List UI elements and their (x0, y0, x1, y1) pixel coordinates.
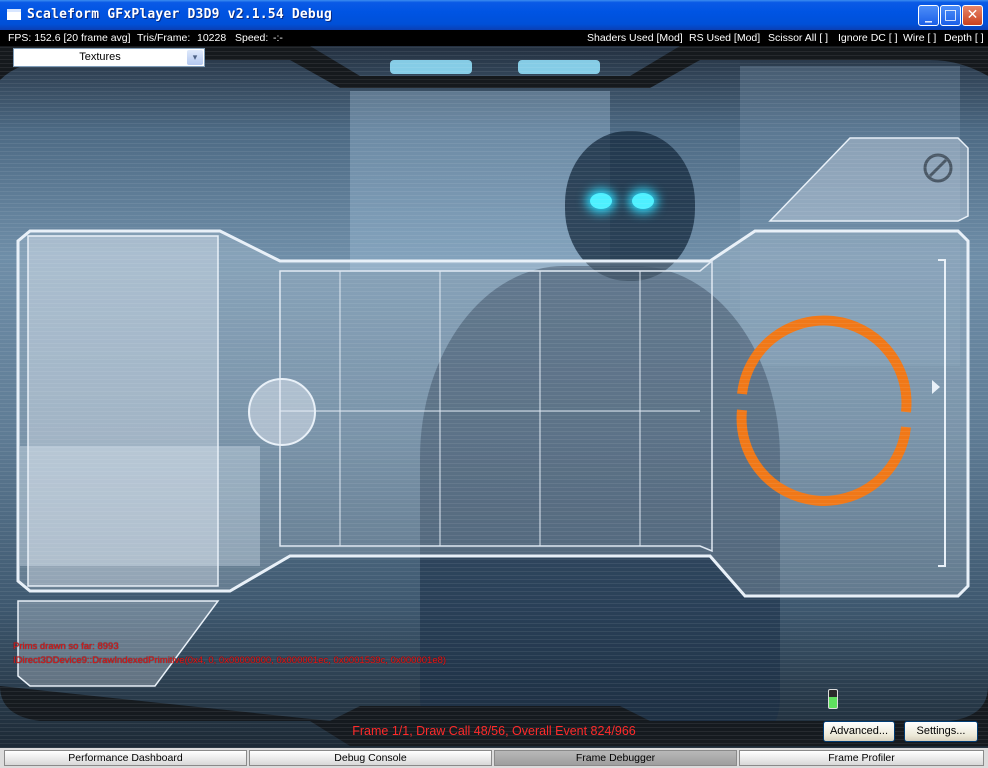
wire-toggle[interactable]: Wire [ ] (903, 30, 936, 46)
battery-icon (828, 689, 838, 709)
close-button[interactable]: ✕ (962, 5, 983, 26)
tab-frame-debugger[interactable]: Frame Debugger (494, 750, 737, 766)
minimize-button[interactable]: _ (918, 5, 939, 26)
app-window-icon[interactable] (7, 9, 21, 20)
stats-bar: FPS: 152.6 [20 frame avg] Tris/Frame: 10… (0, 30, 988, 46)
tris-label: Tris/Frame: (137, 32, 191, 44)
settings-button[interactable]: Settings... (904, 721, 978, 742)
shaders-used-toggle[interactable]: Shaders Used [Mod] (587, 30, 683, 46)
title-bar[interactable]: Scaleform GFxPlayer D3D9 v2.1.54 Debug _… (0, 0, 988, 30)
maximize-button[interactable]: □ (940, 5, 961, 26)
depth-toggle[interactable]: Depth [ ] (944, 30, 984, 46)
speed-label: Speed: (235, 32, 269, 44)
fps-readout: FPS: 152.6 [20 frame avg] (8, 32, 131, 44)
rs-used-toggle[interactable]: RS Used [Mod] (689, 30, 760, 46)
tab-frame-profiler[interactable]: Frame Profiler (739, 750, 984, 766)
ignore-dc-toggle[interactable]: Ignore DC [ ] (838, 30, 898, 46)
tris-value: 10228 (197, 32, 227, 44)
advanced-button[interactable]: Advanced... (823, 721, 895, 742)
scissor-all-toggle[interactable]: Scissor All [ ] (768, 30, 828, 46)
chevron-down-icon[interactable]: ▾ (187, 50, 203, 65)
tab-performance-dashboard[interactable]: Performance Dashboard (4, 750, 247, 766)
view-mode-select[interactable]: Textures ▾ (13, 48, 205, 67)
scanline-overlay (0, 46, 988, 748)
window-title: Scaleform GFxPlayer D3D9 v2.1.54 Debug (27, 7, 333, 22)
draw-call-readout: IDirect3DDevice9::DrawIndexedPrimitive(0… (13, 655, 447, 666)
panel-tab-bar: Performance Dashboard Debug Console Fram… (0, 748, 988, 768)
render-viewport[interactable]: Textures ▾ Prims drawn so far: 8993 IDir… (0, 46, 988, 748)
view-mode-value: Textures (79, 51, 121, 63)
prims-drawn-readout: Prims drawn so far: 8993 (13, 641, 119, 652)
speed-value: -:- (273, 32, 283, 44)
tab-debug-console[interactable]: Debug Console (249, 750, 492, 766)
